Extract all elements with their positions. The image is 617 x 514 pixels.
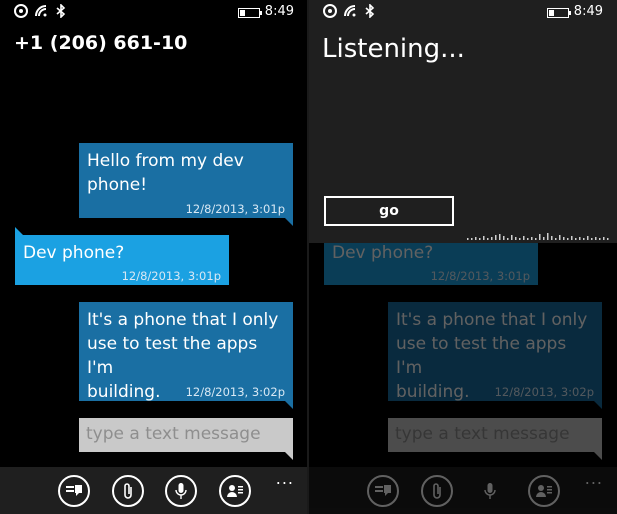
- speech-overlay: 8:49 Listening... go: [309, 0, 617, 243]
- message-line: Dev phone?: [23, 243, 125, 263]
- message-line: use to test the apps I'm: [87, 334, 258, 378]
- message-timestamp: 12/8/2013, 3:01p: [121, 269, 221, 283]
- battery-icon: [547, 8, 571, 18]
- attach-button[interactable]: [112, 475, 144, 507]
- clock: 8:49: [573, 4, 603, 19]
- message-bubble[interactable]: It's a phone that I only use to test the …: [79, 302, 293, 409]
- app-bar: ...: [0, 467, 308, 514]
- message-timestamp: 12/8/2013, 3:01p: [430, 269, 530, 283]
- wifi-icon: [344, 5, 356, 17]
- message-line: use to test the apps I'm: [396, 334, 567, 378]
- attach-icon: [433, 483, 441, 499]
- message-bubble[interactable]: Dev phone? 12/8/2013, 3:01p: [15, 227, 229, 285]
- message-line: Dev phone?: [332, 243, 434, 263]
- microphone-icon: [175, 483, 187, 499]
- contact-card-button: [528, 475, 560, 507]
- voice-button: [474, 475, 506, 507]
- listening-status: Listening...: [322, 34, 465, 64]
- bluetooth-icon: [365, 4, 375, 18]
- message-input: type a text message: [388, 418, 602, 460]
- contact-card-button[interactable]: [219, 475, 251, 507]
- app-bar: ...: [309, 467, 617, 514]
- switch-conversation-button[interactable]: [58, 475, 90, 507]
- message-input[interactable]: type a text message: [79, 418, 293, 460]
- message-line: It's a phone that I only: [87, 310, 279, 330]
- message-input-placeholder: type a text message: [86, 424, 261, 444]
- message-bubble: It's a phone that I only use to test the …: [388, 302, 602, 409]
- contact-card-icon: [227, 485, 243, 497]
- switch-conversation-icon: [375, 485, 391, 496]
- wifi-icon: [35, 5, 47, 17]
- go-button[interactable]: go: [324, 196, 454, 226]
- clock: 8:49: [264, 4, 294, 19]
- battery-icon: [238, 8, 262, 18]
- attach-button: [421, 475, 453, 507]
- more-button[interactable]: ...: [276, 469, 294, 488]
- microphone-icon: [484, 483, 496, 499]
- messaging-screen: 8:49 +1 (206) 661-10 Hello from my dev ph…: [0, 0, 308, 514]
- switch-conversation-button: [367, 475, 399, 507]
- message-line: Hello from my dev: [87, 151, 244, 171]
- message-input-placeholder: type a text message: [395, 424, 570, 444]
- message-timestamp: 12/8/2013, 3:01p: [185, 202, 285, 216]
- status-bar: 8:49: [0, 0, 308, 26]
- status-bar: 8:49: [309, 0, 617, 26]
- bluetooth-icon: [56, 4, 66, 18]
- speech-screen: Dev phone? 12/8/2013, 3:01p It's a phone…: [309, 0, 617, 514]
- signal-icon: [323, 4, 337, 18]
- message-line: It's a phone that I only: [396, 310, 588, 330]
- audio-waveform: [467, 233, 609, 240]
- voice-button[interactable]: [165, 475, 197, 507]
- contact-title: +1 (206) 661-10: [14, 32, 188, 54]
- message-line: phone!: [87, 175, 148, 195]
- signal-icon: [14, 4, 28, 18]
- message-timestamp: 12/8/2013, 3:02p: [185, 385, 285, 399]
- message-timestamp: 12/8/2013, 3:02p: [494, 385, 594, 399]
- message-bubble[interactable]: Hello from my dev phone! 12/8/2013, 3:01p: [79, 143, 293, 226]
- contact-card-icon: [536, 485, 552, 497]
- attach-icon: [124, 483, 132, 499]
- more-button: ...: [584, 469, 603, 488]
- switch-conversation-icon: [66, 485, 82, 496]
